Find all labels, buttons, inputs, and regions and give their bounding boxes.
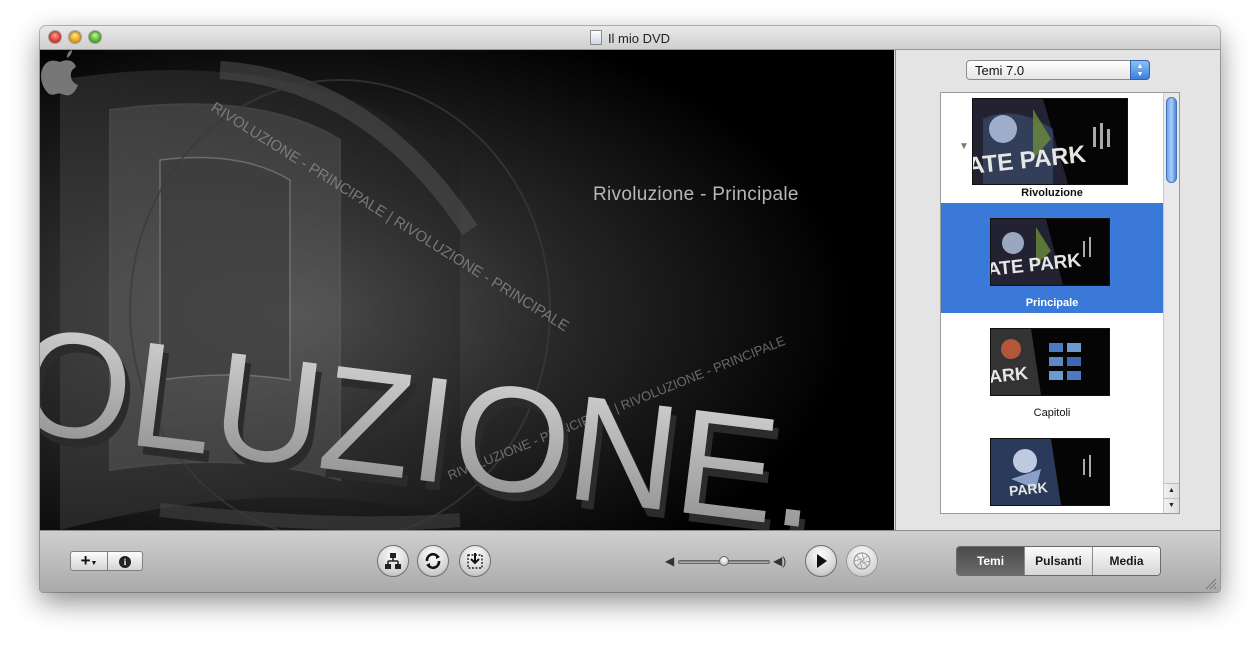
menu-arrow-icon: ▼	[90, 560, 98, 567]
updown-arrows-icon: ▲ ▼	[1130, 60, 1150, 80]
volume-slider-knob[interactable]	[719, 556, 729, 566]
map-icon	[385, 553, 401, 569]
add-button[interactable]: +▼	[70, 551, 108, 571]
theme-list-item[interactable]: PARK	[941, 423, 1163, 513]
play-button[interactable]	[805, 545, 837, 577]
theme-panel: Temi 7.0 ▲ ▼ ▼ ATE PARK Rivoluzione ATE …	[895, 50, 1220, 530]
info-button[interactable]: i	[107, 551, 143, 571]
theme-thumbnail: ATE PARK	[972, 98, 1128, 185]
theme-item-label: Principale	[1025, 297, 1079, 309]
burn-button[interactable]	[846, 545, 878, 577]
theme-list-item[interactable]: ARK Capitoli	[941, 313, 1163, 423]
theme-list-item-selected[interactable]: ATE PARK Principale	[941, 203, 1163, 313]
add-icon: +	[80, 551, 91, 570]
theme-list[interactable]: ▼ ATE PARK Rivoluzione ATE PARK Principa…	[940, 92, 1180, 514]
scroll-up-arrow-icon[interactable]: ▲	[1164, 483, 1179, 498]
big-title: OLUZIONE.	[40, 295, 829, 530]
drop-zone-button[interactable]	[459, 545, 491, 577]
loop-button[interactable]	[417, 545, 449, 577]
theme-thumbnail: ARK	[990, 328, 1110, 396]
burn-icon	[853, 552, 871, 570]
bottom-toolbar: +▼ i ◀ ◀) Temi Pulsanti Media	[40, 530, 1220, 592]
window-title: Il mio DVD	[607, 31, 671, 46]
theme-item-label: Capitoli	[1033, 407, 1071, 419]
theme-thumbnail: ATE PARK	[990, 218, 1110, 286]
menu-title[interactable]: Rivoluzione - Principale	[593, 184, 799, 206]
resize-grip-icon[interactable]	[1203, 576, 1217, 590]
volume-high-icon: ◀)	[773, 554, 787, 568]
tab-pulsanti[interactable]: Pulsanti	[1024, 547, 1092, 575]
menu-preview[interactable]: RIVOLUZIONE - PRINCIPALE | RIVOLUZIONE -…	[40, 50, 894, 530]
panel-tabs: Temi Pulsanti Media	[956, 546, 1161, 576]
theme-list-item[interactable]: ▼ ATE PARK Rivoluzione	[941, 93, 1163, 203]
theme-thumbnail: PARK	[990, 438, 1110, 506]
info-icon: i	[119, 556, 131, 568]
loop-icon	[425, 552, 441, 570]
title-bar[interactable]: Il mio DVD	[40, 26, 1220, 50]
thumbnail-text: ARK	[990, 363, 1029, 387]
theme-set-value: Temi 7.0	[975, 63, 1025, 78]
map-button[interactable]	[377, 545, 409, 577]
volume-low-icon: ◀	[665, 554, 675, 568]
big-title-art: OLUZIONE. OLUZIONE.	[40, 295, 834, 530]
scroll-thumb[interactable]	[1166, 97, 1177, 183]
app-window: Il mio DVD RIVOLUZIONE - PRINCIPALE | RI…	[40, 26, 1220, 592]
theme-list-scrollbar[interactable]: ▲ ▼	[1163, 93, 1179, 513]
tab-temi[interactable]: Temi	[957, 547, 1024, 575]
disclosure-triangle-icon[interactable]: ▼	[959, 141, 969, 152]
drop-zone-icon	[467, 553, 483, 569]
play-icon	[817, 554, 827, 568]
tab-media[interactable]: Media	[1092, 547, 1160, 575]
apple-logo-icon	[41, 50, 78, 96]
window-title-area: Il mio DVD	[40, 30, 1220, 46]
theme-item-label: Rivoluzione	[1021, 187, 1083, 199]
document-icon	[589, 30, 602, 45]
theme-set-popup[interactable]: Temi 7.0 ▲ ▼	[966, 60, 1150, 80]
scroll-down-arrow-icon[interactable]: ▼	[1164, 498, 1179, 513]
